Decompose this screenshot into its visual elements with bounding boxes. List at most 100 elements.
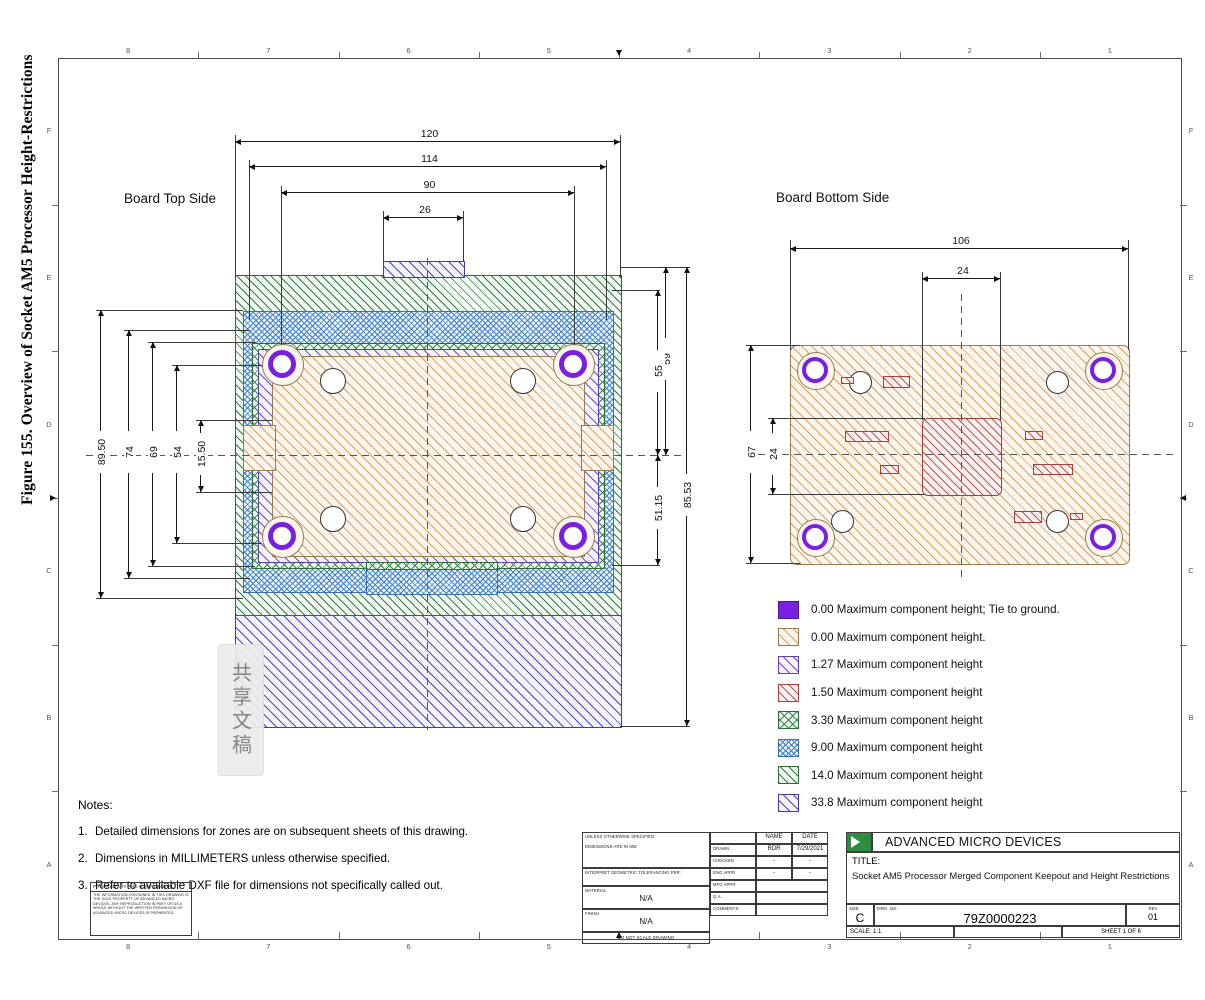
dim-top-114-value: 114 — [411, 153, 448, 165]
dim-bottom-67-arrow-down — [747, 557, 754, 563]
zone-0-00-left-ear — [243, 425, 276, 471]
dim-top-120-value: 120 — [411, 128, 448, 140]
zone-label-left-D: D — [46, 419, 52, 429]
zone-label-right-E: E — [1188, 273, 1194, 282]
zone-tick-top — [338, 52, 340, 59]
dim-left-69-value: 69 — [148, 431, 160, 473]
dim-top-26-line — [383, 217, 463, 218]
zone-label-right-C: C — [1188, 566, 1194, 576]
company-name: ADVANCED MICRO DEVICES — [885, 835, 1062, 849]
dim-bottom-24-vertical-value: 24 — [768, 433, 780, 475]
zone-tick-bottom — [198, 932, 200, 939]
drawing-title-box: TITLE: Socket AM5 Processor Merged Compo… — [846, 852, 1180, 904]
notes-heading: Notes: — [78, 798, 113, 812]
bottom-plain-hole-bl — [831, 510, 854, 533]
approval-label-5: COMMENTS: — [713, 906, 740, 911]
ext-r-59-b — [620, 726, 690, 727]
legend-label-4: 3.30 Maximum component height — [811, 713, 983, 727]
view-label-board-top-side: Board Top Side — [124, 191, 217, 206]
zone-tick-right — [1180, 351, 1187, 353]
approval-name-1: - — [773, 858, 775, 864]
size-box: SIZE C — [846, 904, 874, 926]
ext-top-26-r — [463, 211, 464, 262]
dwg-no-box: DWG. NO. 79Z0000223 — [874, 904, 1126, 926]
note-number-1: 2. — [78, 852, 88, 865]
dim-left-15-50-arrow-up — [197, 420, 204, 426]
bottom-notch-3-30 — [366, 562, 498, 570]
ext-r-55b — [612, 290, 660, 291]
ext-top-114-r — [606, 160, 607, 320]
note-text-1: Dimensions in MILLIMETERS unless otherwi… — [95, 852, 391, 865]
dim-left-69-arrow-down — [149, 560, 156, 566]
zone-0-00-right-ear — [581, 425, 614, 471]
legend-label-0: 0.00 Maximum component height; Tie to gr… — [811, 603, 1060, 617]
zone-label-right-D: D — [1188, 419, 1194, 429]
dim-top-114-line — [249, 166, 606, 167]
legend-label-3: 1.50 Maximum component height — [811, 686, 983, 700]
zone-label-right-F: F — [1188, 126, 1194, 136]
dim-top-120-line — [235, 141, 620, 142]
dim-top-90-value: 90 — [411, 179, 448, 191]
finish-value: N/A — [639, 917, 653, 927]
center-arrow-top — [616, 50, 622, 56]
bottom-mount-hole-br-ring — [1090, 524, 1116, 550]
ext-b-67-b — [746, 563, 800, 564]
ext-b-67-t — [746, 345, 800, 346]
bottom-pad-4 — [1025, 431, 1043, 440]
ext-b-106-l — [790, 240, 791, 350]
approval-row-label-2: ENG APPR. — [710, 868, 756, 880]
ext-b-24v-t — [768, 418, 925, 419]
legend-row-4: 3.30 Maximum component height — [778, 706, 1108, 734]
legend-row-1: 0.00 Maximum component height. — [778, 624, 1108, 652]
zone-label-top-6: 6 — [406, 46, 411, 55]
approval-label-1: CHECKED — [713, 858, 735, 863]
plain-hole-bl — [320, 506, 346, 532]
zone-label-right-A: A — [1188, 859, 1194, 869]
dim-top-114-arrow-right — [600, 163, 606, 170]
plain-hole-br — [510, 506, 536, 532]
note-number-0: 1. — [78, 825, 88, 838]
approval-row-date-1: - — [792, 856, 828, 868]
dim-top-26-arrow-right — [457, 214, 463, 221]
ext-top-120-l — [235, 135, 236, 278]
zone-label-left-A: A — [46, 859, 52, 869]
scale-value: SCALE: 1:1 — [850, 929, 882, 935]
zone-label-top-7: 7 — [266, 46, 271, 55]
dim-bottom-24-vertical-arrow-down — [769, 488, 776, 494]
zone-label-left-C: C — [46, 566, 52, 576]
material-value: N/A — [639, 894, 653, 904]
centerline-horizontal-bottom-view — [746, 454, 1176, 455]
dim-right-85-53-arrow-down — [683, 720, 690, 726]
zone-tick-bottom — [478, 932, 480, 939]
zone-tick-bottom — [338, 932, 340, 939]
dim-right-59-arrow-up — [662, 267, 669, 273]
approval-row-date-2: - — [792, 868, 828, 880]
legend-row-2: 1.27 Maximum component height — [778, 651, 1108, 679]
ext-l-54-t — [172, 365, 262, 366]
legend-row-0: 0.00 Maximum component height; Tie to gr… — [778, 596, 1108, 624]
approval-date-1: - — [809, 858, 811, 864]
zone-label-top-8: 8 — [126, 46, 131, 55]
note-text-0: Detailed dimensions for zones are on sub… — [95, 825, 469, 838]
ext-r-5115-b — [612, 565, 660, 566]
dim-bottom-67-arrow-up — [747, 345, 754, 351]
ext-top-120-r — [620, 135, 621, 278]
approval-row-label-4: Q.A. — [710, 892, 756, 904]
dim-left-89-50-arrow-up — [97, 310, 104, 316]
ext-top-114-l — [249, 160, 250, 320]
ext-b-24-r — [1000, 272, 1001, 420]
approval-label-4: Q.A. — [713, 894, 722, 899]
bottom-mount-hole-bl-ring — [802, 524, 828, 550]
approval-name-0: RDR — [767, 846, 781, 852]
dim-top-26-value: 26 — [407, 204, 443, 216]
ext-b-24-l — [922, 272, 923, 420]
zone-tick-top — [1039, 52, 1041, 59]
material-box: MATERIAL N/A — [582, 886, 710, 909]
plain-hole-tl — [320, 368, 346, 394]
centerline-vertical-top-view — [427, 258, 428, 730]
mount-hole-tl-ring — [268, 350, 296, 378]
approval-row-label-3: MFG APPR. — [710, 880, 756, 892]
height-restriction-legend: 0.00 Maximum component height; Tie to gr… — [778, 596, 1108, 817]
interpret-label: INTERPRET GEOMETRIC TOLERANCING PER: — [585, 870, 681, 875]
dim-right-85-53-arrow-up — [683, 267, 690, 273]
